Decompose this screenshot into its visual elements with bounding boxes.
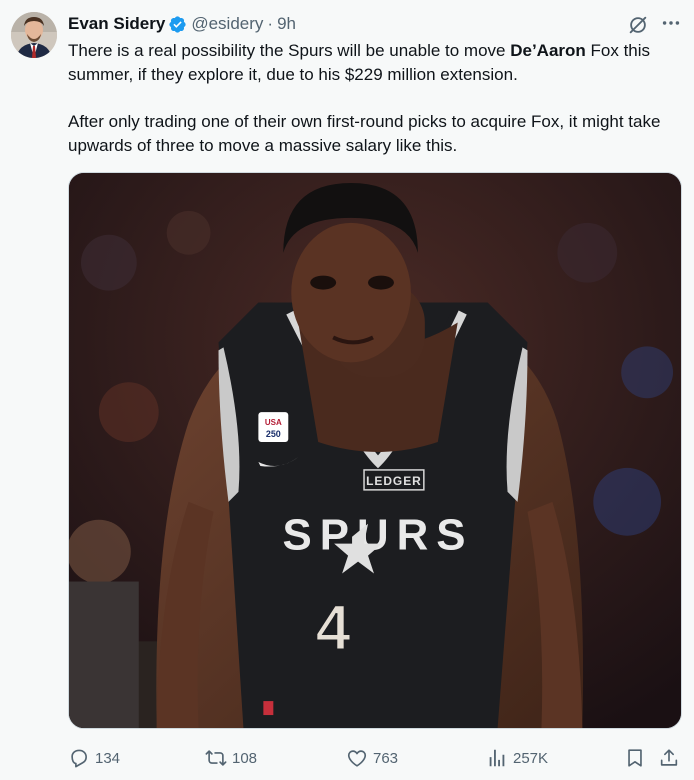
reply-icon (71, 749, 87, 768)
patch-line-2: 250 (266, 429, 281, 439)
retweet-count: 108 (232, 749, 258, 767)
tweet: Evan Sidery @esidery · 9h There is a rea… (0, 0, 694, 780)
text-segment: There is a real possibility the Spurs wi… (68, 41, 511, 60)
bookmark-icon (628, 749, 642, 767)
sponsor-logo: LEDGER (366, 474, 422, 488)
bookmark-button[interactable] (624, 747, 651, 769)
tweet-header: Evan Sidery @esidery · 9h (68, 12, 678, 36)
tweet-paragraph-1: There is a real possibility the Spurs wi… (68, 39, 680, 87)
reply-button[interactable]: 134 (68, 747, 120, 769)
views-icon (489, 749, 505, 767)
author-name[interactable]: Evan Sidery (68, 13, 165, 35)
tweet-text: There is a real possibility the Spurs wi… (68, 39, 680, 158)
author-handle[interactable]: @esidery (191, 13, 263, 35)
verified-badge-icon (169, 15, 186, 33)
text-bold-name: De’Aaron (510, 41, 586, 60)
share-icon (660, 749, 678, 766)
grok-icon[interactable] (627, 14, 649, 36)
retweet-button[interactable]: 108 (205, 747, 257, 769)
like-button[interactable]: 763 (346, 747, 398, 769)
more-icon[interactable] (660, 12, 682, 34)
tweet-paragraph-2: After only trading one of their own firs… (68, 112, 661, 155)
tweet-photo[interactable]: USA 250 LEDGER SPURS 4 (68, 172, 682, 729)
like-count: 763 (373, 749, 399, 767)
jersey-number: 4 (315, 591, 351, 663)
views-count: 257K (513, 749, 549, 767)
separator-dot: · (267, 14, 274, 33)
like-icon (347, 750, 367, 767)
avatar[interactable] (11, 12, 57, 58)
retweet-icon (205, 750, 227, 766)
tweet-time[interactable]: 9h (277, 13, 296, 35)
views-button[interactable]: 257K (486, 747, 548, 769)
player-photo: USA 250 LEDGER SPURS 4 (69, 173, 681, 728)
tweet-actions: 134 108 763 257K (68, 744, 682, 772)
share-button[interactable] (658, 747, 685, 769)
jersey-team-text: SPURS (283, 511, 474, 560)
reply-count: 134 (95, 749, 121, 767)
patch-line-1: USA (265, 418, 282, 427)
